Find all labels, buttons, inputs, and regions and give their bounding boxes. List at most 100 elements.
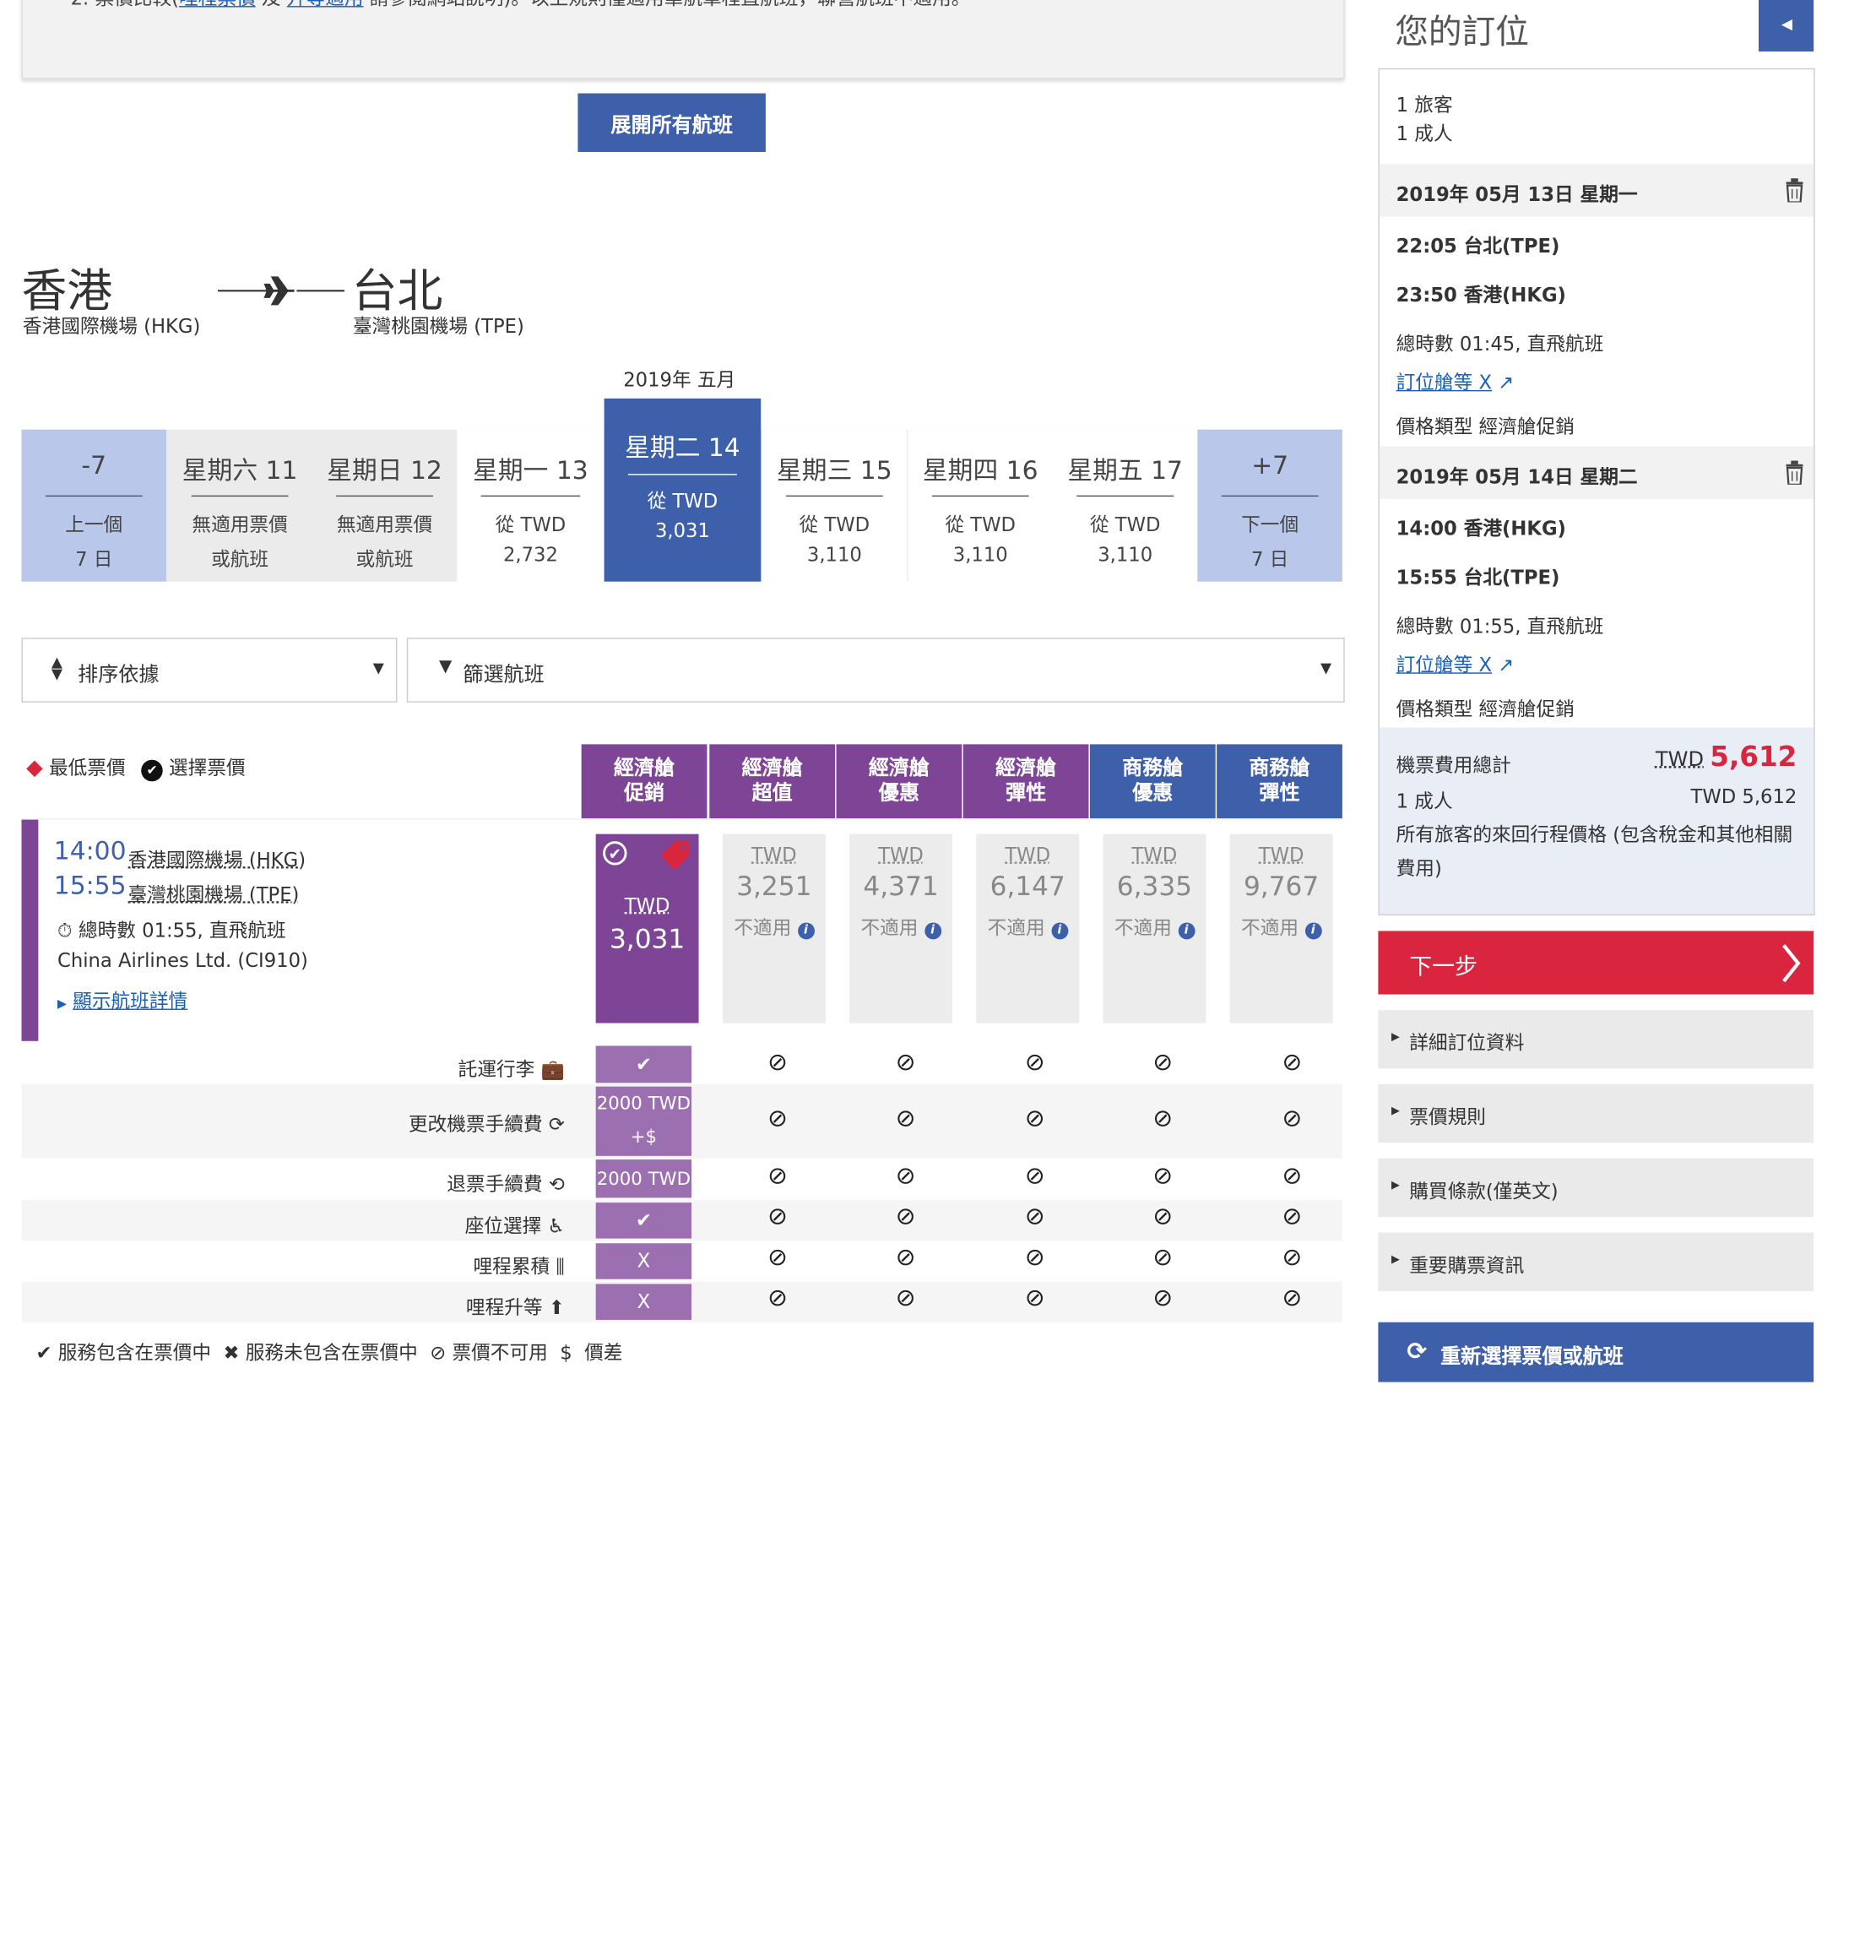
chevron-left-icon: ◀ bbox=[1781, 15, 1792, 32]
trash-icon[interactable] bbox=[1785, 461, 1804, 485]
unavailable-icon: ⊘ bbox=[1115, 1242, 1211, 1271]
accordion-booking-details[interactable]: ▶ 詳細訂位資料 bbox=[1378, 1010, 1814, 1068]
date-cell-sat-11[interactable]: 星期六 11 無適用票價 或航班 bbox=[167, 430, 312, 582]
date-cell-thu-16[interactable]: 星期四 16 從 TWD 3,110 bbox=[908, 430, 1053, 582]
class-link-text[interactable]: 訂位艙等 X bbox=[1396, 371, 1492, 394]
not-applicable-label: 不適用 bbox=[988, 916, 1045, 939]
trash-icon[interactable] bbox=[1785, 178, 1804, 202]
expand-all-flights-button[interactable]: 展開所有航班 bbox=[577, 94, 765, 152]
sort-icon: ▲ ▼ bbox=[52, 656, 62, 680]
date-line2: 2,732 bbox=[457, 543, 604, 566]
unavailable-icon: ⊘ bbox=[729, 1242, 825, 1271]
legend-included: 服務包含在票價中 bbox=[58, 1341, 211, 1364]
unavailable-icon: ⊘ bbox=[858, 1202, 953, 1230]
accordion-fare-rules[interactable]: ▶ 票價規則 bbox=[1378, 1084, 1814, 1143]
class-link-text[interactable]: 訂位艙等 X bbox=[1396, 654, 1492, 676]
accordion-purchase-terms[interactable]: ▶ 購買條款(僅英文) bbox=[1378, 1159, 1814, 1217]
x-icon: ✖ bbox=[224, 1341, 240, 1364]
adult-amount: TWD 5,612 bbox=[1690, 785, 1797, 808]
fare-notice-box: 2. 票價比較(哩程票價 及 升等適用 請參閱網站說明)。以上規則僅適用華航單程… bbox=[22, 0, 1345, 79]
total-price: TWD 5,612 bbox=[1656, 742, 1797, 774]
unavailable-icon: ⊘ bbox=[858, 1242, 953, 1271]
info-icon[interactable]: i bbox=[924, 923, 941, 940]
filter-dropdown[interactable]: ▼ 篩選航班 ▼ bbox=[407, 638, 1345, 703]
show-details-link[interactable]: ▶ 顯示航班詳情 bbox=[57, 985, 187, 1013]
date-line1: 從 TWD bbox=[908, 508, 1053, 537]
unavailable-icon: ⊘ bbox=[987, 1242, 1082, 1271]
fare-amount: 4,371 bbox=[849, 872, 952, 902]
date-cell-sun-12[interactable]: 星期日 12 無適用票價 或航班 bbox=[312, 430, 457, 582]
unavailable-icon: ⊘ bbox=[430, 1341, 446, 1364]
date-selector-bar: -7 上一個 7 日 星期六 11 無適用票價 或航班 星期日 12 無適用票價… bbox=[22, 430, 1342, 582]
unavailable-icon: ⊘ bbox=[1244, 1283, 1340, 1311]
accordion-important-info[interactable]: ▶ 重要購票資訊 bbox=[1378, 1233, 1814, 1291]
month-label: 2019年 五月 bbox=[623, 364, 735, 393]
upgrade-link[interactable]: 升等適用 bbox=[287, 0, 364, 9]
chevron-down-icon: ▼ bbox=[373, 660, 384, 676]
next-step-button[interactable]: 下一步 bbox=[1378, 931, 1814, 994]
date-line2: 或航班 bbox=[312, 543, 457, 572]
reselect-fare-button[interactable]: ⟳ 重新選擇票價或航班 bbox=[1378, 1322, 1814, 1382]
date-day: -7 bbox=[22, 451, 166, 480]
unavailable-icon: ⊘ bbox=[729, 1283, 825, 1311]
unavailable-icon: ⊘ bbox=[987, 1103, 1082, 1132]
unavailable-icon: ⊘ bbox=[987, 1160, 1082, 1189]
fare-economy-saver[interactable]: TWD 4,371 不適用 i bbox=[849, 834, 952, 1023]
date-line2: 7 日 bbox=[1197, 543, 1342, 572]
caret-right-icon: ▶ bbox=[1391, 1105, 1400, 1117]
date-line2: 或航班 bbox=[167, 543, 312, 572]
date-cell-mon-13[interactable]: 星期一 13 從 TWD 2,732 bbox=[457, 430, 604, 582]
next-week-button[interactable]: +7 下一個 7 日 bbox=[1197, 430, 1342, 582]
header-economy-flex: 經濟艙 彈性 bbox=[963, 744, 1089, 818]
legend-unavailable: 票價不可用 bbox=[452, 1341, 547, 1364]
refresh-icon: ⟳ bbox=[1407, 1337, 1427, 1365]
unavailable-icon: ⊘ bbox=[729, 1103, 825, 1132]
fare-economy-flex[interactable]: TWD 6,147 不適用 i bbox=[976, 834, 1079, 1023]
info-icon[interactable]: i bbox=[1178, 923, 1195, 940]
filter-icon: ▼ bbox=[439, 657, 452, 676]
check-circle-icon: ✔ bbox=[603, 841, 626, 865]
fare-amount: 6,147 bbox=[976, 872, 1079, 902]
segment1-class-link[interactable]: 訂位艙等 X ↗ bbox=[1396, 366, 1515, 395]
header-economy-value: 經濟艙 超值 bbox=[709, 744, 835, 818]
booking-page: 2. 票價比較(哩程票價 及 升等適用 請參閱網站說明)。以上規則僅適用華航單程… bbox=[0, 0, 1876, 1960]
unavailable-icon: ⊘ bbox=[858, 1047, 953, 1076]
passenger-type: 1 成人 bbox=[1396, 120, 1453, 149]
date-cell-wed-15[interactable]: 星期三 15 從 TWD 3,110 bbox=[762, 430, 907, 582]
feature-value: 2000 TWD +$ bbox=[596, 1087, 691, 1156]
prev-week-button[interactable]: -7 上一個 7 日 bbox=[22, 430, 166, 582]
segment2-class-link[interactable]: 訂位艙等 X ↗ bbox=[1396, 649, 1515, 677]
fare-currency: TWD bbox=[596, 893, 699, 916]
fare-economy-value[interactable]: TWD 3,251 不適用 i bbox=[723, 834, 826, 1023]
unavailable-icon: ⊘ bbox=[1244, 1103, 1340, 1132]
feature-label: 座位選擇 ♿ bbox=[465, 1210, 565, 1239]
plane-icon bbox=[218, 273, 344, 309]
info-icon[interactable]: i bbox=[1304, 923, 1321, 940]
fare-business-saver[interactable]: TWD 6,335 不適用 i bbox=[1103, 834, 1206, 1023]
info-icon[interactable]: i bbox=[1051, 923, 1068, 940]
date-line1: 上一個 bbox=[22, 508, 166, 537]
notice-suffix: 請參閱網站說明)。以上規則僅適用華航單程直航班，聯營航班不適用。 bbox=[364, 0, 971, 9]
fare-business-flex[interactable]: TWD 9,767 不適用 i bbox=[1230, 834, 1333, 1023]
service-legend: ✔ 服務包含在票價中 ✖ 服務未包含在票價中 ⊘ 票價不可用 $ 價差 bbox=[36, 1337, 623, 1365]
total-label: 機票費用總計 bbox=[1396, 749, 1511, 778]
feature-value: ✔ bbox=[596, 1045, 691, 1083]
sort-dropdown[interactable]: ▲ ▼ 排序依據 ▼ bbox=[22, 638, 398, 703]
booking-summary-title: 您的訂位 bbox=[1395, 6, 1529, 54]
fare-currency: TWD bbox=[849, 844, 952, 866]
date-cell-fri-17[interactable]: 星期五 17 從 TWD 3,110 bbox=[1053, 430, 1197, 582]
feature-value: 2000 TWD bbox=[596, 1159, 691, 1197]
date-line2: 7 日 bbox=[22, 543, 166, 572]
date-cell-tue-14-selected[interactable]: 星期二 14 從 TWD 3,031 bbox=[605, 399, 762, 582]
price-note: 所有旅客的來回行程價格 (包含稅金和其他相關費用) bbox=[1396, 818, 1802, 885]
collapse-sidebar-button[interactable]: ◀ bbox=[1759, 0, 1814, 52]
date-line1: 無適用票價 bbox=[167, 508, 312, 537]
feature-label: 哩程升等 ⬆ bbox=[466, 1291, 565, 1320]
departure-airport: 香港國際機場 (HKG) bbox=[128, 844, 306, 872]
caret-right-icon: ▶ bbox=[1391, 1031, 1400, 1043]
info-icon[interactable]: i bbox=[797, 923, 814, 940]
mileage-fare-link[interactable]: 哩程票價 bbox=[179, 0, 256, 9]
mileage-icon: ⫼ bbox=[556, 1255, 564, 1278]
fare-economy-promo-selected[interactable]: ✔ TWD 3,031 bbox=[596, 834, 699, 1023]
date-day: 星期日 12 bbox=[312, 451, 457, 487]
